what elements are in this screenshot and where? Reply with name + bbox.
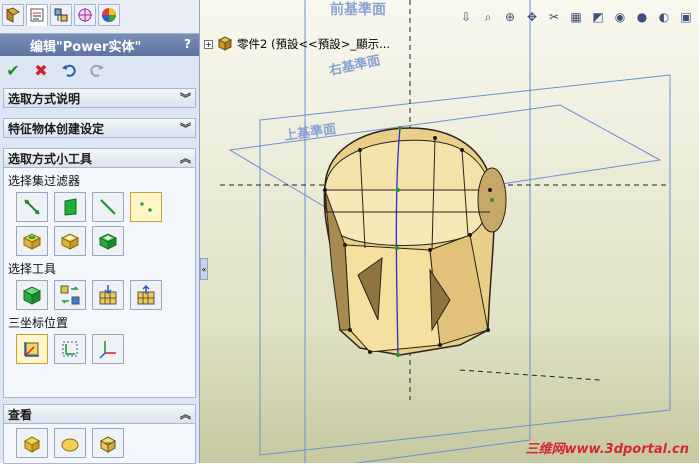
green-cube-icon [22, 286, 42, 305]
view-body [3, 424, 196, 464]
property-manager-tab[interactable] [26, 4, 48, 26]
double-chevron-down-icon[interactable]: ︾ [180, 120, 191, 136]
filter-solid-b-button[interactable] [54, 226, 86, 256]
property-manager-panel: 编辑"Power实体" ? ✔ ✖ 选取方式说明 ︾ 特征物体创建设定 ︾ 选取… [0, 0, 200, 464]
feature-manager-tab[interactable] [2, 4, 24, 26]
feature-title: 编辑"Power实体" [30, 39, 142, 55]
smooth-view-icon [61, 438, 79, 452]
graphics-viewport[interactable]: 前基準面 右基準面 上基準面 + 零件2 (預設<<預設>_顯示... ⇩ ⌕ … [200, 0, 699, 463]
section-view[interactable]: 查看 ︽ [3, 404, 196, 424]
grid-up-icon [137, 284, 155, 305]
filter-solid-c-button[interactable] [92, 226, 124, 256]
appearance-icon[interactable]: ● [633, 8, 651, 26]
panel-splitter-handle[interactable]: « [200, 258, 208, 280]
view-mesh-button[interactable] [92, 428, 124, 458]
select-tools-label: 选择工具 [8, 262, 57, 276]
display-style-icon[interactable]: ◩ [589, 8, 607, 26]
filter-vertex-edge-button[interactable] [16, 192, 48, 222]
power-solid-model[interactable] [323, 126, 507, 357]
view-settings-icon[interactable]: ▣ [677, 8, 695, 26]
dim-xpert-tab[interactable] [74, 4, 96, 26]
double-chevron-up-icon[interactable]: ︽ [180, 150, 191, 166]
selection-tools-body: 选择集过滤器 选择工具 三坐标位置 [3, 168, 196, 398]
cancel-button[interactable]: ✖ [32, 61, 50, 80]
right-plane-label: 右基準面 [327, 52, 382, 79]
edge-filter-icon [100, 199, 116, 215]
previous-view-icon[interactable]: ⇩ [457, 8, 475, 26]
part-icon [217, 36, 233, 51]
section-label: 选取方式小工具 [8, 151, 93, 166]
view-smooth-button[interactable] [54, 428, 86, 458]
section-view-icon[interactable]: ✂ [545, 8, 563, 26]
color-wheel-icon [102, 8, 116, 22]
axis-triad-icon [99, 341, 116, 359]
section-label: 特征物体创建设定 [8, 121, 105, 136]
panel-tabs [0, 0, 199, 34]
site-watermark: 三维网www.3dportal.cn [525, 442, 689, 457]
undo-button[interactable] [60, 61, 78, 79]
double-chevron-up-icon[interactable]: ︽ [180, 406, 191, 422]
solid-yellow-icon [60, 233, 80, 250]
zoom-area-icon[interactable]: ⊕ [501, 8, 519, 26]
triad-label: 三坐标位置 [8, 316, 69, 330]
filter-solid-a-button[interactable] [16, 226, 48, 256]
filter-point-button[interactable] [130, 192, 162, 222]
section-selection-tools[interactable]: 选取方式小工具 ︽ [3, 148, 196, 168]
scene-icon[interactable]: ◐ [655, 8, 673, 26]
feature-tree-icon [5, 7, 20, 23]
top-plane-label: 上基準面 [283, 121, 337, 144]
section-selection-help[interactable]: 选取方式说明 ︾ [3, 88, 196, 108]
grid-down-icon [99, 285, 117, 305]
redo-button[interactable] [88, 61, 106, 79]
point-filter-icon [140, 202, 152, 212]
crosshair-icon [78, 8, 92, 22]
triad-position-a-button[interactable] [16, 334, 48, 364]
configuration-icon [54, 8, 68, 22]
section-label: 选取方式说明 [8, 91, 81, 106]
action-row: ✔ ✖ [0, 56, 199, 84]
mesh-view-icon [99, 436, 117, 453]
solid-yellow-icon [22, 233, 42, 250]
filter-face-button[interactable] [54, 192, 86, 222]
swap-grid-icon [60, 285, 80, 305]
solid-view-icon [23, 436, 41, 453]
select-grid-down-button[interactable] [92, 280, 124, 310]
filter-edge-button[interactable] [92, 192, 124, 222]
help-button[interactable]: ? [184, 37, 191, 51]
view-solid-button[interactable] [16, 428, 48, 458]
heads-up-view-toolbar: ⇩ ⌕ ⊕ ✥ ✂ ▦ ◩ ◉ ● ◐ ▣ [457, 8, 695, 26]
select-box-button[interactable] [16, 280, 48, 310]
front-plane-label: 前基準面 [330, 1, 386, 18]
expand-toggle[interactable]: + [204, 39, 213, 49]
pan-icon[interactable]: ✥ [523, 8, 541, 26]
vertex-filter-icon [24, 199, 40, 215]
filter-label: 选择集过滤器 [8, 174, 81, 188]
double-chevron-down-icon[interactable]: ︾ [180, 90, 191, 106]
view-orientation-icon[interactable]: ▦ [567, 8, 585, 26]
part-name: 零件2 (預設<<預設>_顯示... [237, 37, 391, 51]
feature-title-bar: 编辑"Power实体" ? [0, 34, 199, 56]
hide-show-icon[interactable]: ◉ [611, 8, 629, 26]
display-manager-tab[interactable] [98, 4, 120, 26]
feature-tree-node[interactable]: + 零件2 (預設<<預設>_顯示... [204, 36, 390, 52]
section-label: 查看 [8, 407, 33, 422]
model-scene: 前基準面 右基準面 上基準面 [220, 0, 671, 463]
ok-button[interactable]: ✔ [4, 61, 22, 80]
configuration-manager-tab[interactable] [50, 4, 72, 26]
triad-dotted-icon [62, 341, 78, 357]
triad-position-c-button[interactable] [92, 334, 124, 364]
zoom-to-fit-icon[interactable]: ⌕ [479, 8, 497, 26]
redo-icon [90, 64, 104, 77]
section-feature-settings[interactable]: 特征物体创建设定 ︾ [3, 118, 196, 138]
select-grid-up-button[interactable] [130, 280, 162, 310]
undo-icon [62, 64, 76, 77]
select-swap-button[interactable] [54, 280, 86, 310]
property-manager-icon [30, 8, 44, 22]
triad-icon [24, 342, 39, 357]
solid-green-icon [98, 233, 118, 250]
triad-position-b-button[interactable] [54, 334, 86, 364]
face-filter-icon [64, 198, 77, 216]
